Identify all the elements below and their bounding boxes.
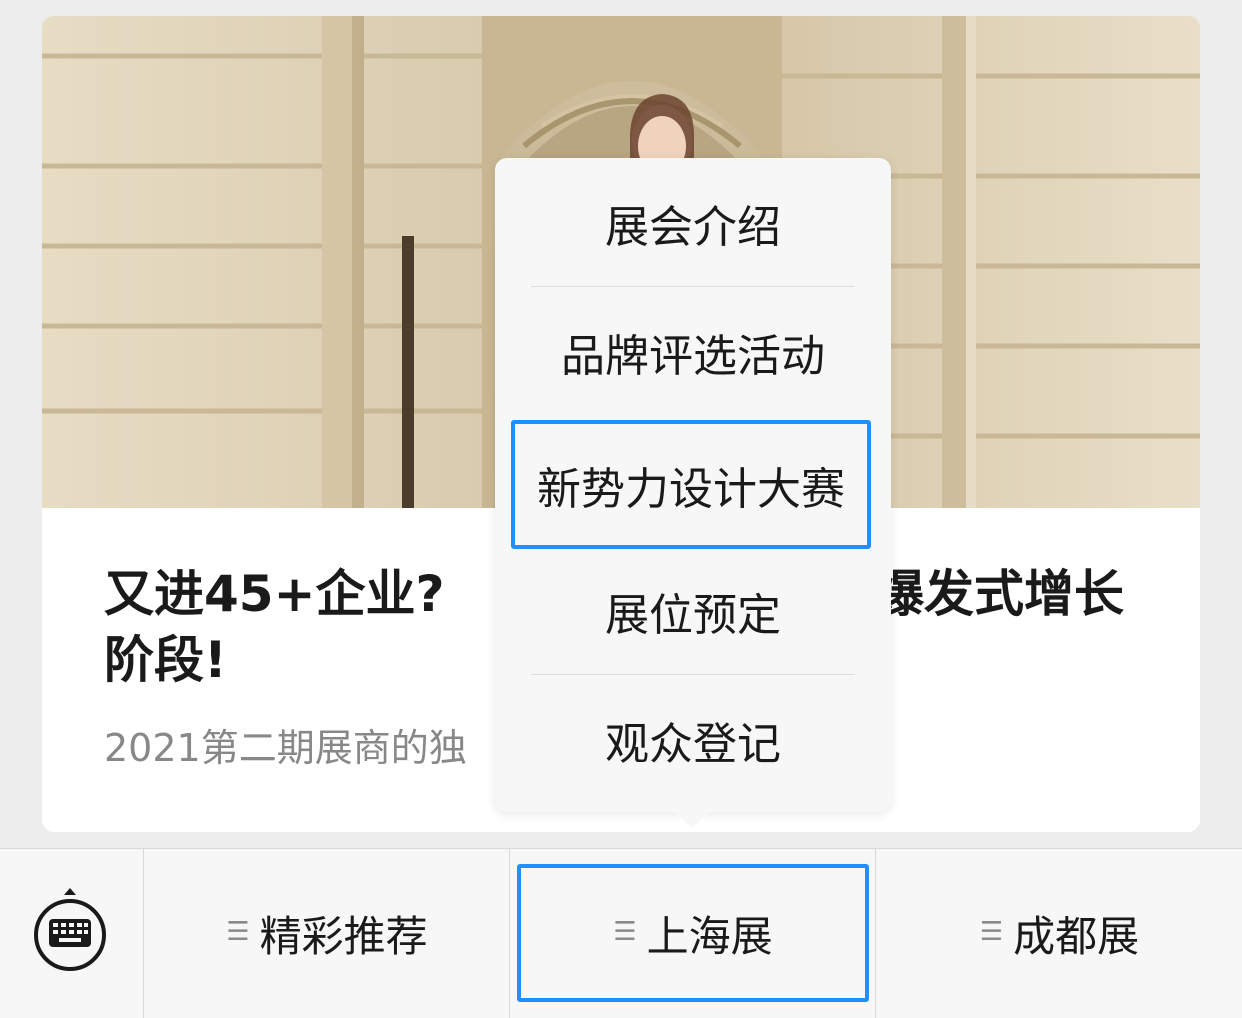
article-subtitle: 2021第二期展商的独: [104, 726, 467, 770]
tab-chengdu-expo[interactable]: ☰ 成都展: [877, 849, 1242, 1018]
tab-shanghai-expo[interactable]: ☰ 上海展: [511, 849, 876, 1018]
menu-item-label: 展会介绍: [605, 201, 781, 253]
menu-item-booth-booking[interactable]: 展位预定: [495, 546, 891, 675]
menu-item-label: 展位预定: [605, 589, 781, 641]
menu-item-exhibition-intro[interactable]: 展会介绍: [495, 158, 891, 287]
article-title-line2: 阶段!: [104, 631, 227, 689]
menu-lines-icon: ☰: [613, 916, 637, 947]
article-title-line1: 又进45+企业?: [104, 565, 445, 623]
menu-item-design-contest[interactable]: 新势力设计大赛: [511, 420, 871, 549]
article-title-right-fragment: 爆发式增长: [874, 565, 1124, 623]
tab-label: 上海展: [646, 912, 773, 961]
bottom-menu-bar: ☰ 精彩推荐 ☰ 上海展 ☰ 成都展: [0, 848, 1242, 1018]
menu-item-label: 新势力设计大赛: [537, 463, 845, 515]
keyboard-icon: [34, 888, 106, 971]
menu-lines-icon: ☰: [979, 916, 1004, 947]
menu-item-label: 观众登记: [605, 718, 781, 770]
submenu-popup: 展会介绍 品牌评选活动 新势力设计大赛 展位预定 观众登记: [495, 158, 891, 812]
tab-label: 成都展: [1013, 912, 1140, 961]
keyboard-toggle-button[interactable]: [0, 849, 144, 1018]
tab-label: 精彩推荐: [259, 912, 428, 961]
menu-lines-icon: ☰: [226, 916, 250, 947]
menu-item-label: 品牌评选活动: [561, 330, 825, 382]
tab-featured[interactable]: ☰ 精彩推荐: [145, 849, 510, 1018]
popup-pointer: [675, 812, 709, 828]
menu-item-visitor-registration[interactable]: 观众登记: [495, 675, 891, 804]
menu-item-brand-selection[interactable]: 品牌评选活动: [495, 287, 891, 416]
